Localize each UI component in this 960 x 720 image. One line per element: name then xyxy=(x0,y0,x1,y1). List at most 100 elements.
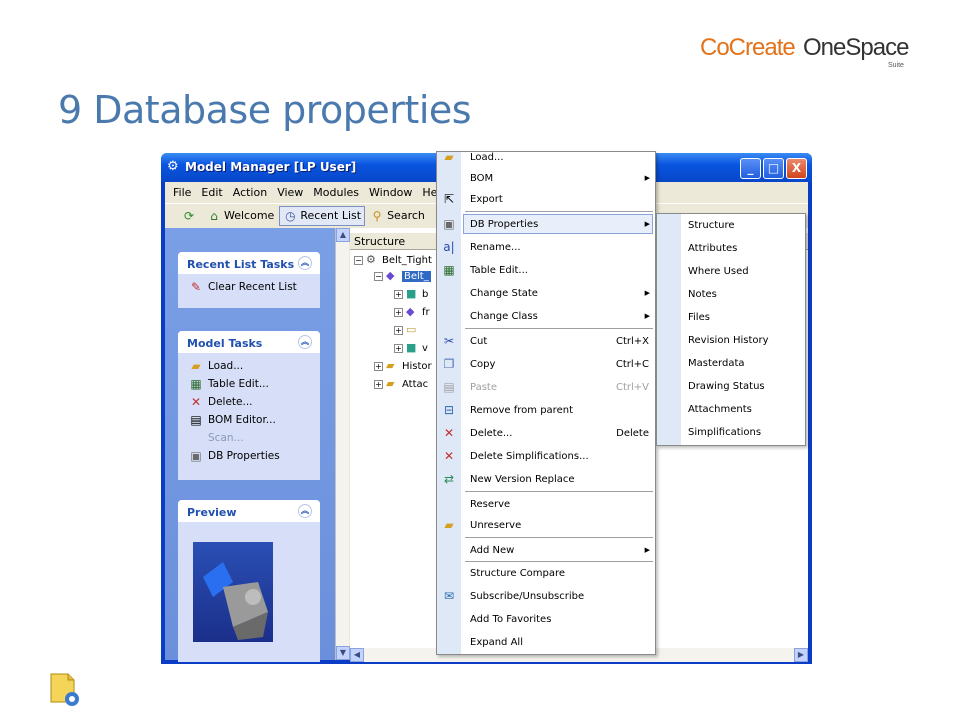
table-icon: ▦ xyxy=(443,263,455,277)
collapse-chevron-icon[interactable]: ︽ xyxy=(298,335,312,349)
submenu-item-notes[interactable]: Notes xyxy=(688,289,717,300)
tree-node-v[interactable]: + ■ v xyxy=(394,342,428,354)
task-clear-recent-list[interactable]: ✎ Clear Recent List xyxy=(188,278,320,296)
menu-item-change-state[interactable]: Change State ▶ xyxy=(437,282,655,304)
tree-node-root[interactable]: − ⚙ Belt_Tight xyxy=(354,254,432,266)
recent-list-tasks-title: Recent List Tasks xyxy=(187,258,295,271)
menu-item-expand-all[interactable]: Expand All xyxy=(437,631,655,653)
menu-item-new-version-replace[interactable]: ⇄ New Version Replace xyxy=(437,468,655,490)
tree-node-history[interactable]: + ▰ Histor xyxy=(374,360,432,372)
menu-item-add-to-favorites[interactable]: Add To Favorites xyxy=(437,608,655,630)
menu-edit[interactable]: Edit xyxy=(201,186,222,199)
task-table-edit[interactable]: ▦ Table Edit... xyxy=(188,375,320,393)
part-icon: ■ xyxy=(406,287,417,300)
menu-item-delete[interactable]: ✕ Delete... Delete xyxy=(437,422,655,444)
task-bom-editor[interactable]: ▤ BOM Editor... xyxy=(188,411,320,429)
menu-view[interactable]: View xyxy=(277,186,303,199)
recent-list-button[interactable]: ◷ Recent List xyxy=(279,205,366,226)
menu-item-change-class[interactable]: Change Class ▶ xyxy=(437,305,655,327)
submenu-item-drawing-status[interactable]: Drawing Status xyxy=(688,381,765,392)
minimize-button[interactable]: _ xyxy=(740,158,761,179)
collapse-icon[interactable]: − xyxy=(354,255,363,265)
menu-item-cut[interactable]: ✂ Cut Ctrl+X xyxy=(437,330,655,352)
collapse-icon[interactable]: − xyxy=(374,271,383,281)
search-icon: ⚲ xyxy=(372,208,382,223)
expand-icon[interactable]: + xyxy=(394,343,403,353)
menu-item-reserve[interactable]: Reserve xyxy=(437,493,655,515)
part-icon: ■ xyxy=(406,341,417,354)
tree-node-belt[interactable]: − ◆ Belt_ xyxy=(374,270,431,282)
menu-item-add-new[interactable]: Add New ▶ xyxy=(437,539,655,561)
paste-icon: ▤ xyxy=(443,380,455,394)
brand-logo-part2: OneSpace xyxy=(803,34,909,61)
submenu-item-structure[interactable]: Structure xyxy=(688,220,735,231)
model-tasks-header[interactable]: Model Tasks ︽ xyxy=(178,331,320,353)
menu-item-shortcut: Ctrl+C xyxy=(615,358,649,370)
close-button[interactable]: X xyxy=(786,158,807,179)
task-db-properties[interactable]: ▣ DB Properties xyxy=(188,447,320,465)
collapse-chevron-icon[interactable]: ︽ xyxy=(298,256,312,270)
maximize-button[interactable]: □ xyxy=(763,158,784,179)
task-pane-scrollbar[interactable]: ▲ ▼ xyxy=(335,228,350,660)
tree-node-folder[interactable]: + ▭ xyxy=(394,324,422,336)
expand-icon[interactable]: + xyxy=(394,325,403,335)
folder-icon: ▭ xyxy=(406,323,417,336)
expand-icon[interactable]: + xyxy=(374,361,383,371)
collapse-chevron-icon[interactable]: ︽ xyxy=(298,504,312,518)
menu-item-bom[interactable]: BOM ▶ xyxy=(437,167,655,189)
preview-header[interactable]: Preview ︽ xyxy=(178,500,320,522)
refresh-button[interactable]: ⟳ xyxy=(179,206,202,226)
scroll-right-button[interactable]: ▶ xyxy=(794,648,808,662)
expand-icon[interactable]: + xyxy=(374,379,383,389)
tree-node-attachments[interactable]: + ▰ Attac xyxy=(374,378,428,390)
menu-item-label: Delete Simplifications... xyxy=(470,450,589,462)
menu-action[interactable]: Action xyxy=(233,186,267,199)
search-button[interactable]: ⚲ Search xyxy=(367,206,428,226)
expand-icon[interactable]: + xyxy=(394,289,403,299)
menu-item-table-edit[interactable]: ▦ Table Edit... xyxy=(437,259,655,281)
expand-icon[interactable]: + xyxy=(394,307,403,317)
menu-item-structure-compare[interactable]: Structure Compare xyxy=(437,562,655,584)
tree-node-label: Attac xyxy=(402,378,429,390)
menu-item-copy[interactable]: ❐ Copy Ctrl+C xyxy=(437,353,655,375)
submenu-item-files[interactable]: Files xyxy=(688,312,710,323)
submenu-item-masterdata[interactable]: Masterdata xyxy=(688,358,745,369)
tree-node-fr[interactable]: + ◆ fr xyxy=(394,306,430,318)
recent-list-tasks-header[interactable]: Recent List Tasks ︽ xyxy=(178,252,320,274)
menu-window[interactable]: Window xyxy=(369,186,412,199)
copy-icon: ❐ xyxy=(443,357,455,371)
menu-item-rename[interactable]: a| Rename... xyxy=(437,236,655,258)
menu-item-shortcut: Delete xyxy=(616,427,649,439)
menu-modules[interactable]: Modules xyxy=(313,186,359,199)
scroll-up-button[interactable]: ▲ xyxy=(336,228,350,242)
scroll-down-button[interactable]: ▼ xyxy=(336,646,350,660)
menu-item-label: Copy xyxy=(470,358,496,370)
submenu-item-simplifications[interactable]: Simplifications xyxy=(688,427,761,438)
menu-item-unreserve[interactable]: ▰ Unreserve xyxy=(437,514,655,536)
menu-item-label: Cut xyxy=(470,335,488,347)
menu-item-label: Change State xyxy=(470,287,538,299)
submenu-item-attachments[interactable]: Attachments xyxy=(688,404,752,415)
load-folder-icon: ▰ xyxy=(444,150,454,164)
menu-separator xyxy=(465,328,653,329)
db-properties-icon: ▣ xyxy=(443,217,455,231)
submenu-item-revision-history[interactable]: Revision History xyxy=(688,335,769,346)
submenu-item-where-used[interactable]: Where Used xyxy=(688,266,749,277)
menu-item-load[interactable]: ▰ Load... xyxy=(437,146,655,168)
menu-item-export[interactable]: ⇱ Export xyxy=(437,188,655,210)
menu-item-shortcut: Ctrl+V xyxy=(615,381,649,393)
recent-list-label: Recent List xyxy=(300,209,362,222)
welcome-button[interactable]: ⌂ Welcome xyxy=(204,206,277,226)
task-delete[interactable]: ✕ Delete... xyxy=(188,393,320,411)
menu-item-remove-from-parent[interactable]: ⊟ Remove from parent xyxy=(437,399,655,421)
task-load[interactable]: ▰ Load... xyxy=(188,357,320,375)
scroll-left-button[interactable]: ◀ xyxy=(350,648,364,662)
submenu-item-attributes[interactable]: Attributes xyxy=(688,243,737,254)
menu-item-db-properties[interactable]: ▣ DB Properties ▶ xyxy=(437,213,655,235)
menu-item-delete-simplifications[interactable]: ✕ Delete Simplifications... xyxy=(437,445,655,467)
menu-item-subscribe[interactable]: ✉ Subscribe/Unsubscribe xyxy=(437,585,655,607)
tree-node-b[interactable]: + ■ b xyxy=(394,288,428,300)
document-settings-icon xyxy=(48,672,82,708)
menu-file[interactable]: File xyxy=(173,186,191,199)
menu-item-label: Table Edit... xyxy=(470,264,528,276)
